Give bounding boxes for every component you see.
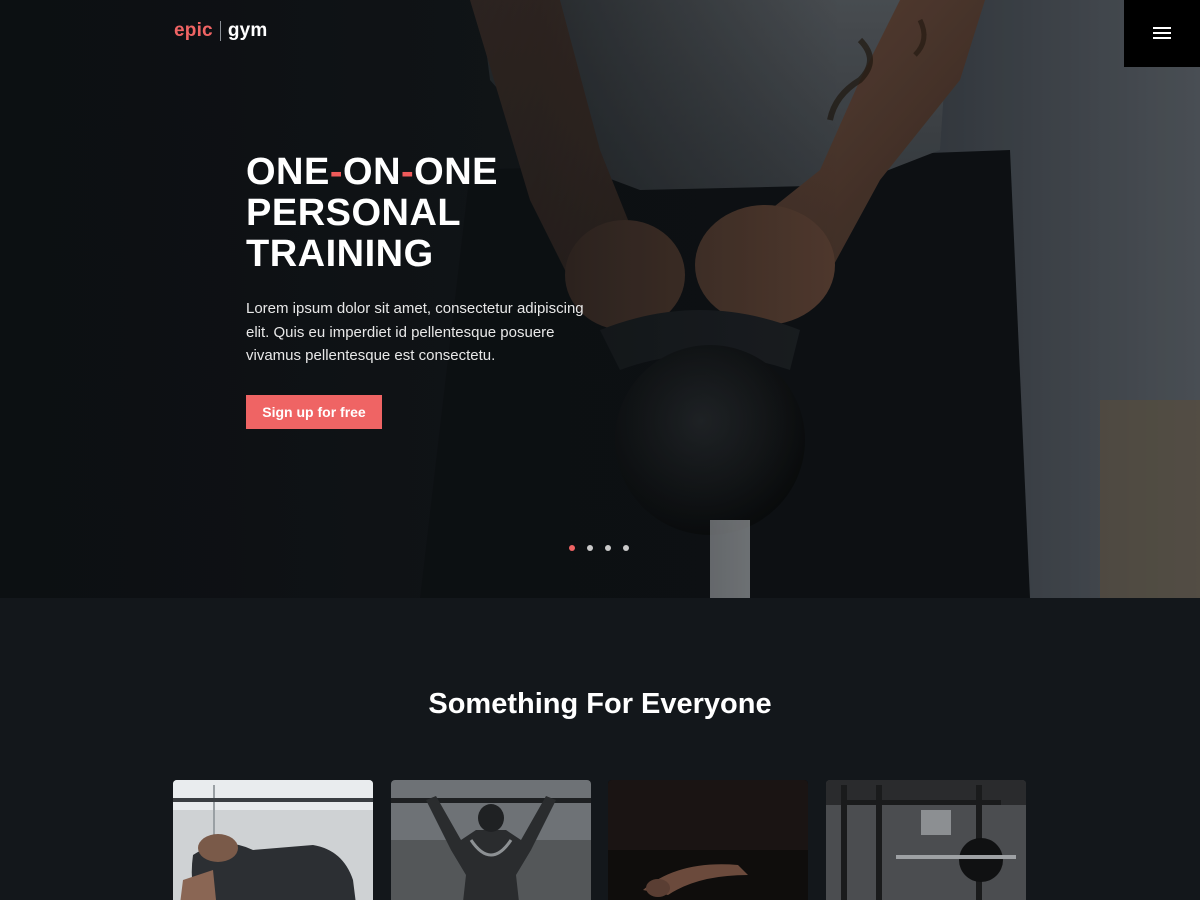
hero-title: ONE-ON-ONE PERSONAL TRAINING bbox=[246, 152, 606, 275]
program-card[interactable] bbox=[826, 780, 1026, 900]
hamburger-menu-icon bbox=[1153, 27, 1171, 40]
menu-button[interactable] bbox=[1124, 0, 1200, 67]
hero-banner: epic gym ONE-ON-ONE PERSONAL TRAINING Lo… bbox=[0, 0, 1200, 598]
slider-dot-4[interactable] bbox=[623, 545, 629, 551]
gym-equipment-photo bbox=[826, 780, 1026, 900]
woman-training-photo bbox=[173, 780, 373, 900]
slider-dots bbox=[569, 545, 629, 551]
brand-divider bbox=[219, 21, 221, 41]
hero-content: ONE-ON-ONE PERSONAL TRAINING Lorem ipsum… bbox=[246, 152, 606, 368]
dark-stretch-photo bbox=[608, 780, 808, 900]
brand-part-2: gym bbox=[227, 20, 268, 41]
signup-button[interactable]: Sign up for free bbox=[246, 395, 382, 429]
slider-dot-3[interactable] bbox=[605, 545, 611, 551]
man-pullup-photo bbox=[391, 780, 591, 900]
brand-part-1: epic bbox=[174, 20, 213, 41]
program-card[interactable] bbox=[173, 780, 373, 900]
hero-title-line2: PERSONAL bbox=[246, 192, 462, 234]
slider-dot-1[interactable] bbox=[569, 545, 575, 551]
slider-dot-2[interactable] bbox=[587, 545, 593, 551]
hero-title-line3: TRAINING bbox=[246, 233, 434, 275]
program-card[interactable] bbox=[608, 780, 808, 900]
program-card[interactable] bbox=[391, 780, 591, 900]
brand-logo[interactable]: epic gym bbox=[174, 20, 268, 42]
hero-description: Lorem ipsum dolor sit amet, consectetur … bbox=[246, 300, 584, 364]
hero-title-line1: ONE-ON-ONE bbox=[246, 151, 499, 193]
section-title: Something For Everyone bbox=[428, 688, 772, 720]
